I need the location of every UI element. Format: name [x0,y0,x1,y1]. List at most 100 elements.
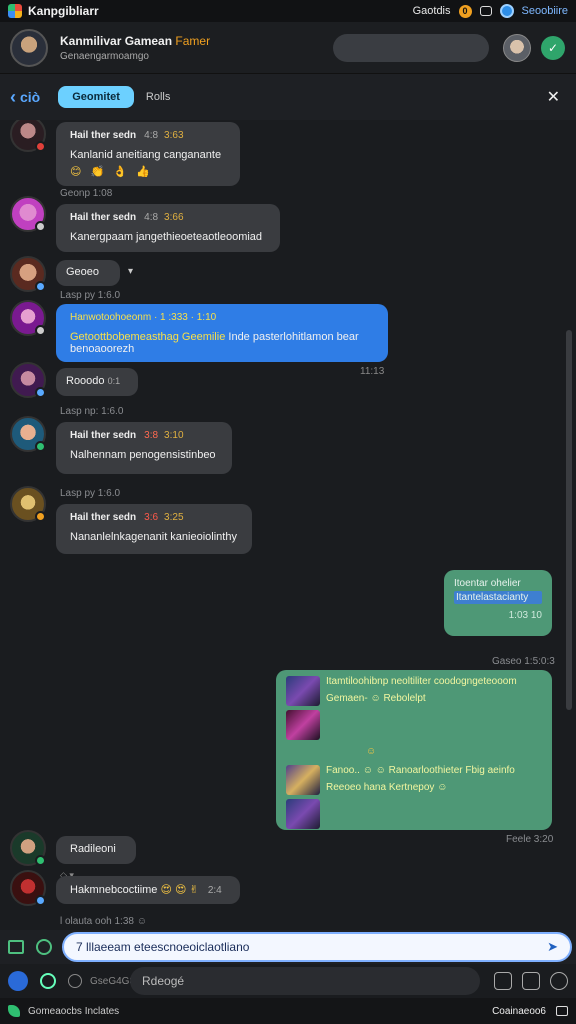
attachment-row: Itamtiloohibnp neoltiliter coodogngeteoo… [286,676,542,740]
tab-active[interactable]: Geomitet [58,86,134,108]
header-text: Kanmilivar Gamean Famer Genaengarmoamgo [60,34,210,62]
avatar[interactable] [10,486,46,522]
footer-left-text: Gomeaocbs Inclates [28,1005,120,1017]
chevron-down-icon[interactable] [550,972,568,990]
user-avatar[interactable] [503,34,531,62]
message-bubble[interactable]: Hail ther sedn 4:8 3:63 Kanlanid aneitiang… [56,122,240,186]
message-bubble[interactable]: Rooodo 0:1 [56,368,138,396]
avatar[interactable] [10,120,46,152]
message-text: Kanergpaam jangethieoeteaotleoomiad [70,231,263,243]
status-dot [35,511,46,522]
message-input[interactable]: 7 lllaeeam eteescnoeoiclaotliano ➤ [62,932,572,962]
image-icon[interactable] [494,972,512,990]
status-dot [35,141,46,152]
leaf-icon [8,1005,20,1017]
notification-badge[interactable]: 0 [458,4,472,18]
attachment-row: Fanoo.. ☺ ☺ Ranoarloothieter Fbig aeinfo… [286,765,542,829]
message-text: Fanoo.. ☺ ☺ Ranoarloothieter Fbig aeinfo [326,765,515,776]
message-item: Geoeo ▾ [0,256,576,292]
chevron-left-icon: ‹ [10,87,16,107]
message-text: Geoeo [66,266,100,278]
message-bubble[interactable]: Hail ther sedn 3:8 3:10 Nalhennam penogens… [56,422,232,474]
chat-icon[interactable] [479,6,492,16]
message-time: 1:03 10 [508,610,542,621]
back-button[interactable]: ‹ ciò [10,88,40,106]
message-bubble[interactable]: Radileoni [56,836,136,864]
timestamp: l olauta ooh 1:38 ☺ [60,916,147,927]
message-item: Itamtiloohibnp neoltiliter coodogngeteoo… [0,670,576,845]
image-thumbnail[interactable] [286,676,320,706]
toolbar-actions [494,972,568,990]
status-dot [35,221,46,232]
header-search-field[interactable] [333,34,489,62]
tab-other[interactable]: Rolls [146,91,170,103]
message-item: Hakmnebcoctiime 😍 😍 ✌ 2:4 [0,870,576,910]
status-dot [35,441,46,452]
grid-icon[interactable] [556,1006,568,1016]
sticker-icon[interactable] [68,974,82,988]
topbar-link[interactable]: Seoobiire [522,5,568,17]
avatar[interactable] [10,196,46,232]
message-bubble[interactable]: Itamtiloohibnp neoltiliter coodogngeteoo… [276,670,552,830]
emoji-reactions[interactable]: 😊 👏 👌 👍 [70,165,226,178]
avatar[interactable] [10,362,46,398]
message-bubble[interactable]: Itoentar ohelier Itantelastacianty 1:03 … [444,570,552,636]
attach-icon[interactable] [8,940,24,954]
message-arrow: ▾ [128,266,134,277]
app-topbar: Kanpgibliarr Gaotdis 0 Seoobiire [0,0,576,22]
avatar[interactable] [10,870,46,906]
message-text: Nalhennam penogensistinbeo [70,449,216,461]
message-text: Hakmnebcoctiime 😍 😍 ✌ 2:4 [70,884,222,896]
message-text: Itoentar ohelier [454,578,521,589]
message-input-value: 7 lllaeeam eteescnoeoiclaotliano [76,940,250,954]
message-bubble[interactable]: Hakmnebcoctiime 😍 😍 ✌ 2:4 [56,876,240,904]
message-item: Hail ther sedn 4:8 3:63 Kanlanid aneitiang… [0,120,576,190]
message-list[interactable]: Hail ther sedn 4:8 3:63 Kanlanid aneitiang… [0,120,576,930]
toolbar-label: GseG4G8 [90,975,136,987]
emoji-icon[interactable] [36,939,52,955]
avatar[interactable] [10,830,46,866]
message-bubble[interactable]: Hail ther sedn 3:6 3:25 Nananlelnkagenanit… [56,504,252,554]
message-bubble[interactable]: Geoeo [56,260,120,286]
message-meta: Hanwotoohoeonm · 1 :333 · 1:10 [70,312,217,323]
message-text: Itamtiloohibnp neoltiliter coodogngeteoo… [326,676,517,687]
message-text: Gemaen- ☺ Rebolelpt [326,693,426,704]
thumbnail-column [286,676,320,740]
image-thumbnail[interactable] [286,710,320,740]
message-bubble[interactable]: Hanwotoohoeonm · 1 :333 · 1:10 Getoottbo… [56,304,388,362]
message-text: Getoottbobemeasthag Geemilie Inde paster… [70,331,359,355]
secondary-input[interactable]: Rdeogé [130,967,480,995]
send-icon[interactable]: ➤ [547,939,558,955]
image-thumbnail[interactable] [286,765,320,795]
message-text: Rooodo 0:1 [66,375,121,387]
close-icon[interactable]: ✕ [547,87,560,107]
status-dot [35,387,46,398]
message-meta: Hail ther sedn 4:8 3:63 [70,130,184,141]
avatar[interactable] [10,256,46,292]
message-item: Rooodo 0:1 [0,362,576,398]
image-thumbnail[interactable] [286,799,320,829]
check-button[interactable]: ✓ [541,36,565,60]
status-footer: Gomeaocbs Inclates Coainaeoo6 [0,998,576,1024]
gif-icon[interactable] [522,972,540,990]
status-dot [35,895,46,906]
topbar-actions: Gaotdis 0 Seoobiire [413,4,568,18]
attachment-text: Fanoo.. ☺ ☺ Ranoarloothieter Fbig aeinfo… [326,765,515,793]
message-item: Hail ther sedn 3:8 3:10 Nalhennam penogens… [0,416,576,476]
camera-icon[interactable] [40,973,56,989]
topbar-item[interactable]: Gaotdis [413,5,451,17]
app-logo-icon [8,4,22,18]
avatar[interactable] [10,28,48,67]
mic-icon[interactable] [8,971,28,991]
avatar[interactable] [10,416,46,452]
footer-right-text[interactable]: Coainaeoo6 [492,1006,546,1017]
app-title: Kanpgibliarr [28,4,99,18]
message-text: Kanlanid aneitiang canganante [70,149,222,161]
globe-icon[interactable] [499,4,514,18]
tab-bar: ‹ ciò Geomitet Rolls ✕ [0,74,576,120]
avatar[interactable] [10,300,46,336]
message-bubble[interactable]: Hail ther sedn 4:8 3:66 Kanergpaam jangeth… [56,204,280,252]
message-item: Itoentar ohelier Itantelastacianty 1:03 … [0,570,576,640]
chat-subtitle: Genaengarmoamgo [60,50,149,62]
message-text: Itantelastacianty [454,591,542,604]
